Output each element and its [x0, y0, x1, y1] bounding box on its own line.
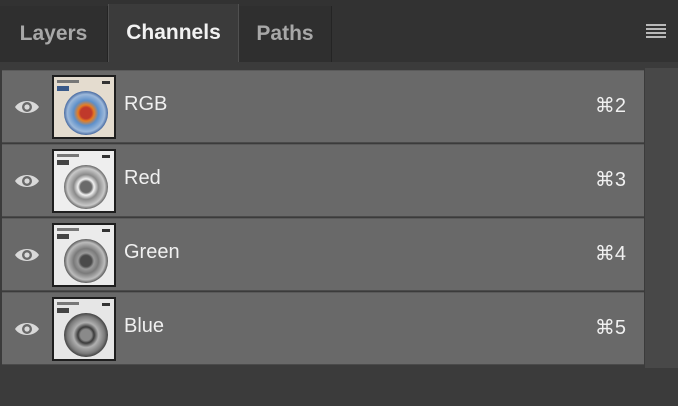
channel-shortcut: ⌘2 — [594, 95, 626, 117]
scrollbar-track[interactable] — [645, 68, 678, 368]
eye-icon[interactable] — [14, 319, 40, 339]
tab-bar-empty-area — [332, 6, 678, 62]
channel-row-blue[interactable]: Blue ⌘5 — [2, 292, 644, 365]
channel-list: RGB ⌘2 Red ⌘3 Green ⌘4 Blue ⌘5 — [0, 68, 678, 406]
channel-thumbnail — [52, 75, 116, 139]
channel-shortcut: ⌘4 — [594, 243, 626, 265]
channel-thumbnail — [52, 149, 116, 213]
channel-shortcut: ⌘3 — [594, 169, 626, 191]
channel-row-rgb[interactable]: RGB ⌘2 — [2, 70, 644, 143]
channel-shortcut: ⌘5 — [594, 317, 626, 339]
eye-icon[interactable] — [14, 245, 40, 265]
channel-row-green[interactable]: Green ⌘4 — [2, 218, 644, 291]
channel-row-red[interactable]: Red ⌘3 — [2, 144, 644, 217]
channels-panel: Layers Channels Paths RGB ⌘2 Red ⌘3 Gree… — [0, 0, 678, 406]
hamburger-menu-icon[interactable] — [646, 24, 666, 38]
channel-name: RGB — [124, 93, 168, 115]
channel-name: Green — [124, 241, 180, 263]
panel-tab-bar: Layers Channels Paths — [0, 0, 678, 62]
tab-channels[interactable]: Channels — [108, 4, 239, 62]
eye-icon[interactable] — [14, 171, 40, 191]
channel-thumbnail — [52, 223, 116, 287]
channel-thumbnail — [52, 297, 116, 361]
tab-layers[interactable]: Layers — [0, 6, 108, 62]
tab-paths[interactable]: Paths — [239, 6, 332, 62]
channel-name: Red — [124, 167, 161, 189]
eye-icon[interactable] — [14, 97, 40, 117]
channel-name: Blue — [124, 315, 165, 337]
